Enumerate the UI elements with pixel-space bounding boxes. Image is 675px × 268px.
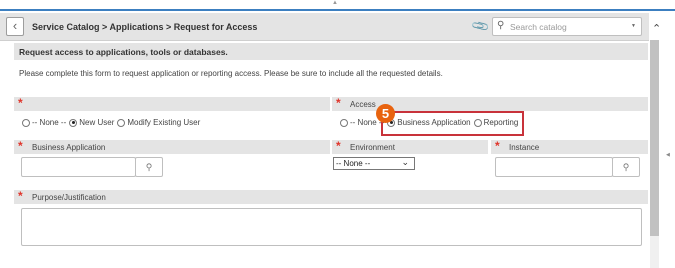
side-panel-arrow-icon[interactable]: ◀ [666,152,670,158]
radio-modify-existing-user[interactable]: Modify Existing User [117,118,200,127]
request-type-radio-group: -- None -- New User Modify Existing User [22,118,203,127]
breadcrumb: Service Catalog > Applications > Request… [32,22,258,32]
environment-label-bar: * Environment [332,140,488,154]
instance-label-bar: * Instance [491,140,648,154]
request-type-label-bar: * [14,97,330,111]
search-dropdown-icon[interactable]: ▼ [631,23,636,29]
radio-label: New User [79,118,115,127]
required-icon: * [18,139,23,153]
search-icon: ⚲ [622,162,630,172]
instance-label: Instance [509,143,540,152]
paperclip-icon[interactable]: 📎 [470,16,490,36]
search-catalog-box[interactable]: ⚲ ▼ [492,17,642,36]
radio-button[interactable] [22,118,30,127]
instance-lookup-button[interactable]: ⚲ [612,157,640,177]
required-icon: * [495,139,500,153]
search-icon: ⚲ [497,20,505,31]
back-button[interactable]: ‹ [6,17,24,36]
business-application-label-bar: * Business Application [14,140,330,154]
instance-input[interactable] [495,157,613,177]
business-application-label: Business Application [32,143,106,152]
environment-label: Environment [350,143,395,152]
radio-label: -- None -- [32,118,67,127]
environment-select[interactable]: -- None -- ⌄ [333,157,415,170]
access-label: Access [350,100,376,109]
search-input[interactable] [510,20,620,33]
catalog-header: ‹ Service Catalog > Applications > Reque… [0,13,649,41]
chevron-down-icon: ⌄ [401,157,409,167]
radio-none[interactable]: -- None -- [22,118,66,127]
environment-selected-value: -- None -- [336,159,371,168]
chevron-up-icon[interactable]: ⌃ [652,22,661,35]
radio-label: Modify Existing User [127,118,201,127]
purpose-label: Purpose/Justification [32,193,106,202]
annotation-highlight-box [381,111,524,136]
search-icon: ⚲ [145,162,153,172]
form-title: Request access to applications, tools or… [14,43,648,60]
collapse-caret-icon[interactable]: ▲ [332,0,338,6]
scrollbar-thumb[interactable] [650,40,659,236]
required-icon: * [336,139,341,153]
radio-button[interactable] [340,118,348,127]
required-icon: * [18,96,23,110]
required-icon: * [336,96,341,110]
purpose-label-bar: * Purpose/Justification [14,190,648,204]
step-badge: 5 [376,104,395,123]
radio-button[interactable] [117,118,126,127]
radio-button[interactable] [69,118,78,127]
chevron-left-icon: ‹ [12,18,18,33]
required-icon: * [18,189,23,203]
form-instructions: Please complete this form to request app… [19,69,443,78]
purpose-textarea[interactable] [21,208,642,246]
radio-new-user[interactable]: New User [69,118,114,127]
business-application-lookup-button[interactable]: ⚲ [135,157,163,177]
business-application-input[interactable] [21,157,136,177]
